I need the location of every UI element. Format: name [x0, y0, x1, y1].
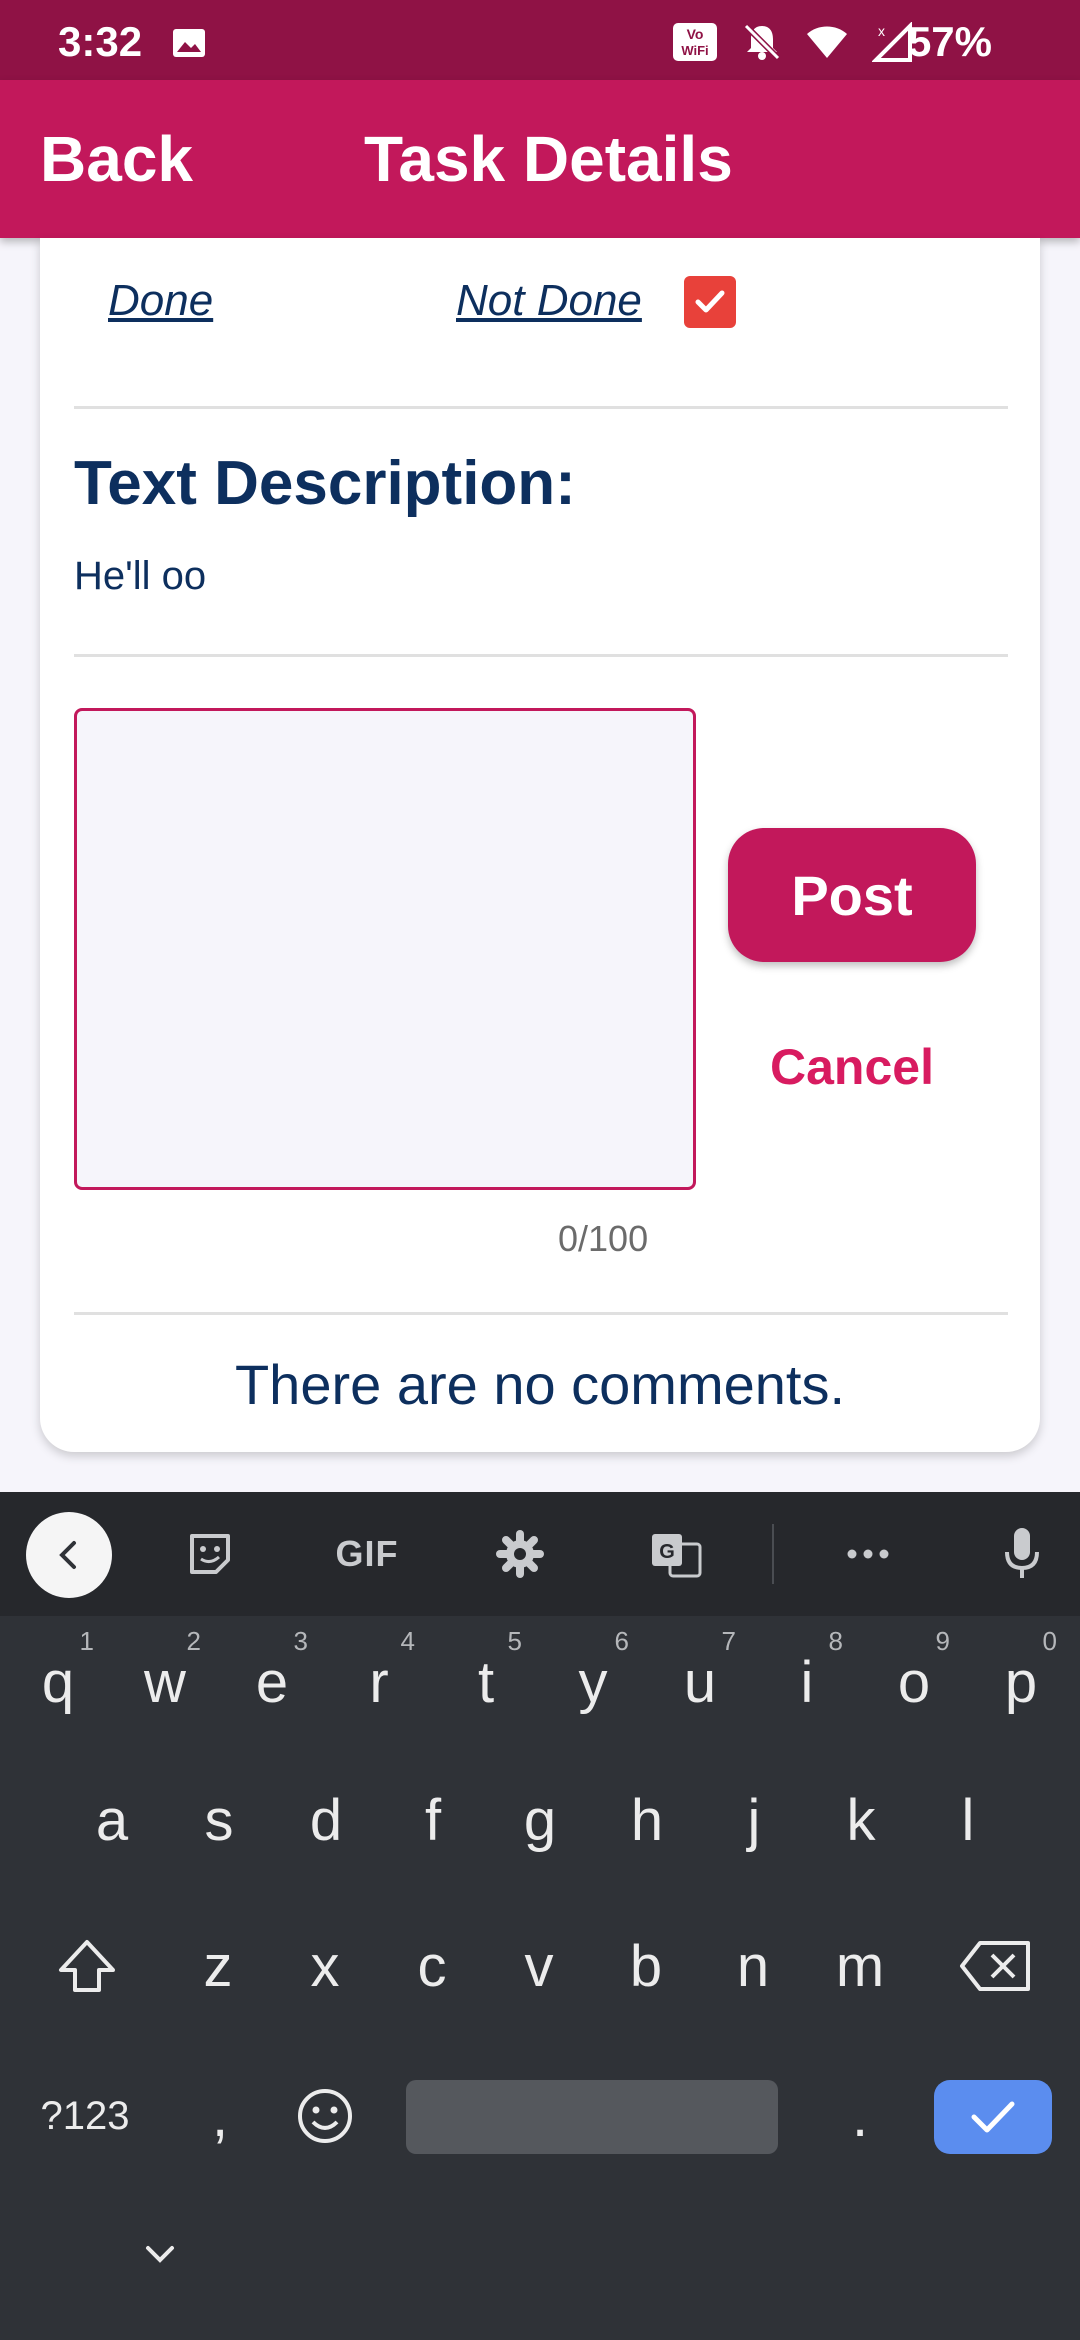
key-x[interactable]: x — [275, 1906, 375, 2026]
image-icon — [172, 28, 206, 58]
check-icon — [695, 290, 725, 313]
page-title: Task Details — [364, 123, 733, 195]
not-done-checkbox[interactable] — [684, 276, 736, 328]
key-label: y — [578, 1649, 608, 1715]
key-hint: 2 — [186, 1626, 201, 1656]
key-d[interactable]: d — [276, 1760, 376, 1880]
key-label: r — [369, 1649, 389, 1715]
key-t[interactable]: t5 — [436, 1622, 536, 1742]
key-w[interactable]: w2 — [115, 1622, 215, 1742]
key-s[interactable]: s — [169, 1760, 269, 1880]
bell-off-icon — [742, 22, 782, 67]
collapse-icon[interactable] — [26, 1512, 112, 1598]
key-k[interactable]: k — [811, 1760, 911, 1880]
enter-key[interactable] — [934, 2080, 1052, 2154]
key-hint: 5 — [507, 1626, 522, 1656]
key-a[interactable]: a — [62, 1760, 162, 1880]
comma-key[interactable]: , — [180, 2056, 260, 2176]
hide-keyboard-icon[interactable] — [120, 2214, 200, 2294]
key-u[interactable]: u7 — [650, 1622, 750, 1742]
key-z[interactable]: z — [168, 1906, 268, 2026]
key-row-2: asdfghjkl — [0, 1760, 1080, 1880]
key-label: u — [683, 1649, 717, 1715]
key-p[interactable]: p0 — [971, 1622, 1071, 1742]
wifi-icon — [806, 24, 848, 65]
settings-icon[interactable] — [480, 1492, 560, 1616]
character-counter: 0/100 — [558, 1218, 649, 1259]
description-heading: Text Description: — [74, 449, 576, 518]
key-label: p — [1004, 1649, 1038, 1715]
symbols-key[interactable]: ?123 — [20, 2056, 150, 2176]
svg-text:x: x — [878, 23, 885, 39]
key-f[interactable]: f — [383, 1760, 483, 1880]
divider — [74, 406, 1008, 409]
period-key[interactable]: . — [820, 2056, 900, 2176]
key-label: o — [897, 1649, 931, 1715]
mic-icon[interactable] — [982, 1492, 1062, 1616]
key-n[interactable]: n — [703, 1906, 803, 2026]
key-j[interactable]: j — [704, 1760, 804, 1880]
translate-icon[interactable]: G — [636, 1492, 716, 1616]
key-c[interactable]: c — [382, 1906, 482, 2026]
key-e[interactable]: e3 — [222, 1622, 322, 1742]
key-hint: 8 — [828, 1626, 843, 1656]
status-time: 3:32 — [58, 18, 143, 65]
key-g[interactable]: g — [490, 1760, 590, 1880]
keyboard: GIF G q1w2e3r4t5y6u7i8o9p0 asdfghjkl zxc… — [0, 1492, 1080, 2340]
status-bar: 3:32 Vo WiFi x 57% — [0, 0, 1080, 80]
task-details-card: Done Not Done Text Description: He'll oo… — [40, 238, 1040, 1452]
vowifi-icon: Vo WiFi — [672, 22, 718, 67]
key-r[interactable]: r4 — [329, 1622, 429, 1742]
space-key[interactable] — [406, 2080, 778, 2154]
signal-icon: x — [871, 21, 912, 67]
sticker-icon[interactable] — [170, 1492, 250, 1616]
app-bar: Back Task Details — [0, 80, 1080, 238]
key-row-3: zxcvbnm — [0, 1906, 1080, 2026]
key-h[interactable]: h — [597, 1760, 697, 1880]
key-hint: 9 — [935, 1626, 950, 1656]
divider — [74, 654, 1008, 657]
key-hint: 4 — [400, 1626, 415, 1656]
description-text: He'll oo — [74, 554, 207, 598]
key-hint: 7 — [721, 1626, 736, 1656]
key-hint: 6 — [614, 1626, 629, 1656]
more-icon[interactable] — [828, 1492, 908, 1616]
key-label: t — [477, 1649, 495, 1715]
key-q[interactable]: q1 — [8, 1622, 108, 1742]
key-label: w — [144, 1649, 186, 1715]
empty-comments-message: There are no comments. — [234, 1353, 846, 1416]
shift-key[interactable] — [32, 1906, 142, 2026]
key-label: q — [41, 1649, 75, 1715]
key-l[interactable]: l — [918, 1760, 1018, 1880]
key-i[interactable]: i8 — [757, 1622, 857, 1742]
key-o[interactable]: o9 — [864, 1622, 964, 1742]
svg-text:G: G — [659, 1541, 675, 1563]
back-button[interactable]: Back — [40, 122, 193, 196]
key-row-1: q1w2e3r4t5y6u7i8o9p0 — [0, 1622, 1080, 1742]
battery-level: 57% — [907, 18, 992, 65]
key-v[interactable]: v — [489, 1906, 589, 2026]
comment-input[interactable] — [74, 708, 696, 1190]
keyboard-toolbar: GIF G — [0, 1492, 1080, 1616]
done-link[interactable]: Done — [108, 276, 213, 326]
key-b[interactable]: b — [596, 1906, 696, 2026]
svg-text:WiFi: WiFi — [681, 43, 708, 58]
key-hint: 0 — [1042, 1626, 1057, 1656]
key-m[interactable]: m — [810, 1906, 910, 2026]
key-hint: 1 — [79, 1626, 94, 1656]
svg-text:Vo: Vo — [687, 26, 704, 42]
key-label: i — [800, 1649, 814, 1715]
post-button[interactable]: Post — [728, 828, 976, 962]
key-y[interactable]: y6 — [543, 1622, 643, 1742]
toolbar-separator — [772, 1524, 774, 1584]
key-label: e — [255, 1649, 289, 1715]
key-hint: 3 — [293, 1626, 308, 1656]
not-done-link[interactable]: Not Done — [456, 276, 642, 326]
gif-button[interactable]: GIF — [322, 1492, 412, 1616]
cancel-button[interactable]: Cancel — [728, 1038, 976, 1096]
emoji-key[interactable] — [280, 2056, 370, 2176]
divider — [74, 1312, 1008, 1315]
backspace-key[interactable] — [940, 1906, 1050, 2026]
